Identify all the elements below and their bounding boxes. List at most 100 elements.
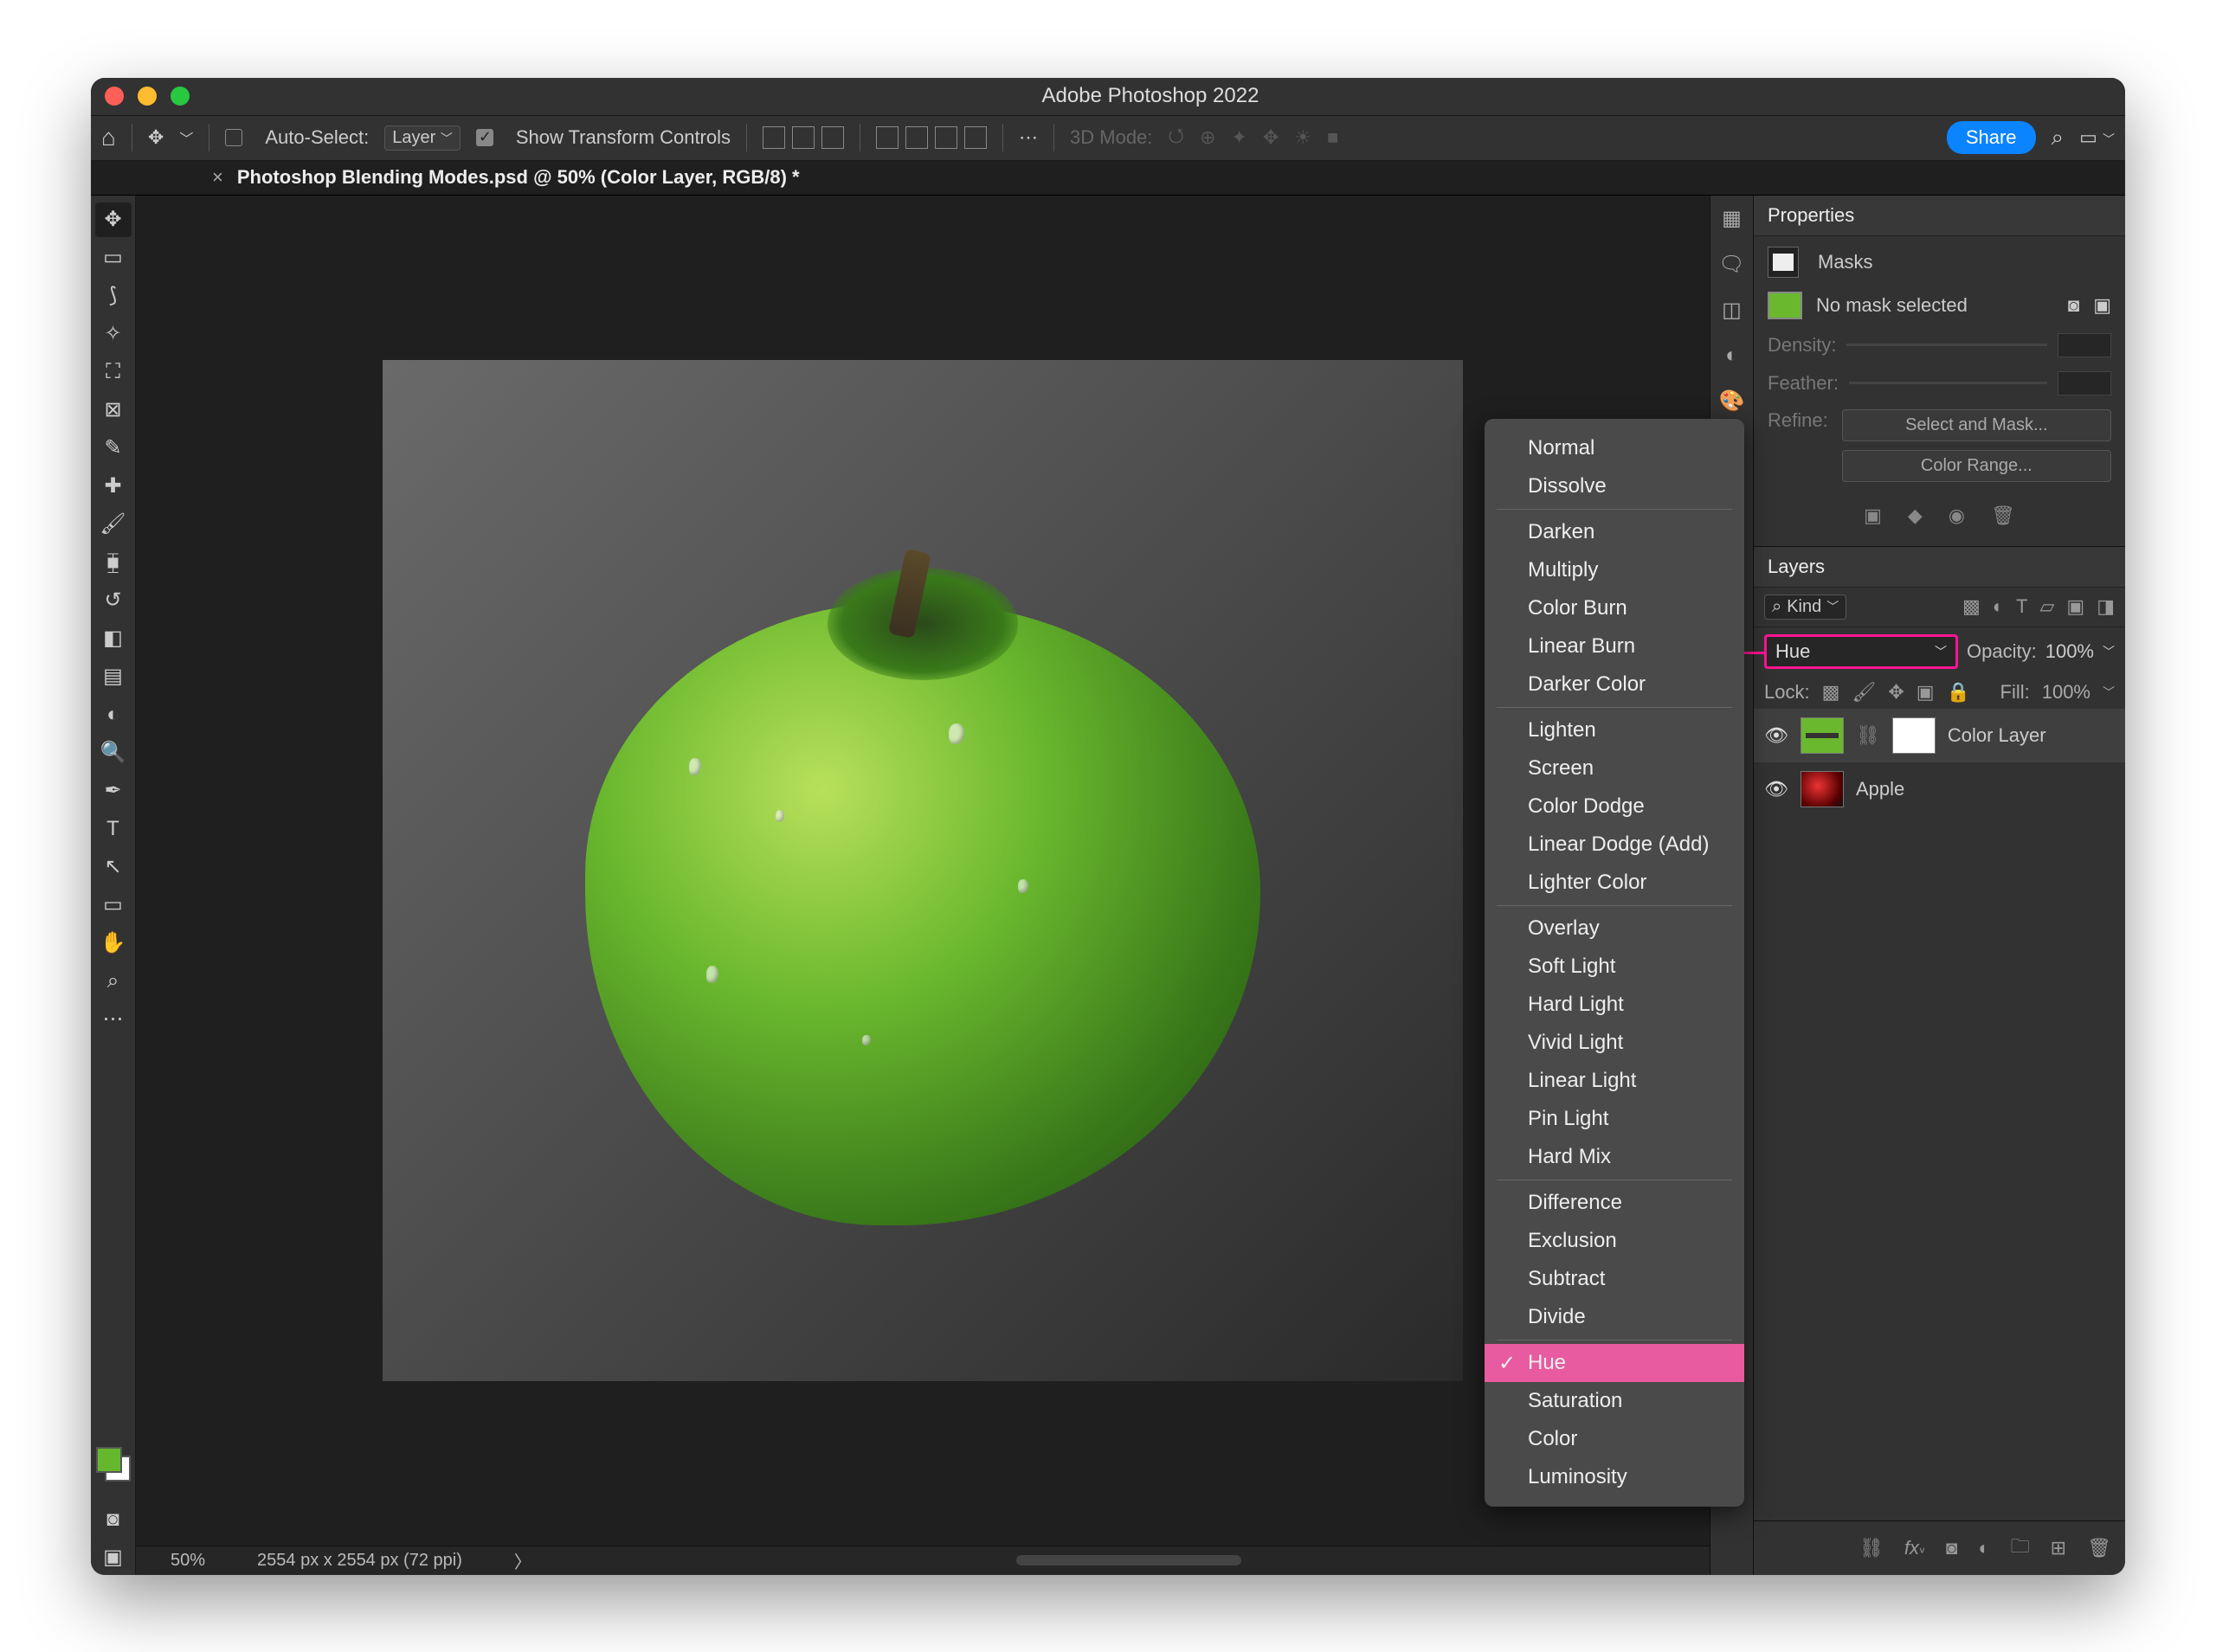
add-mask-icon[interactable]: ◙ [1946, 1537, 1957, 1559]
filter-shape-icon[interactable]: ▱ [2039, 595, 2054, 618]
crop-tool[interactable]: ⛶ [95, 355, 132, 389]
history-brush-tool[interactable]: ↺ [95, 583, 132, 618]
color-swatches[interactable] [96, 1447, 131, 1482]
blend-mode-option[interactable]: Saturation [1485, 1382, 1744, 1420]
panel-icon-history[interactable]: ▦ [1722, 206, 1742, 231]
panel-icon-libraries[interactable]: ◫ [1722, 298, 1742, 323]
apply-mask-icon[interactable]: ◆ [1908, 505, 1923, 527]
hand-tool[interactable]: ✋ [95, 926, 132, 961]
stamp-tool[interactable]: ⧯ [95, 545, 132, 580]
share-button[interactable]: Share [1947, 121, 2036, 154]
minimize-window-button[interactable] [138, 87, 157, 106]
new-adjustment-icon[interactable]: ◐ [1978, 1537, 1989, 1559]
document-dimensions[interactable]: 2554 px x 2554 px (72 ppi) [257, 1551, 462, 1571]
panel-icon-color[interactable]: 🎨 [1719, 389, 1745, 414]
blend-mode-option[interactable]: Overlay [1485, 910, 1744, 948]
blend-mode-option[interactable]: Color [1485, 1420, 1744, 1458]
opacity-chevron-icon[interactable]: ﹀ [2103, 643, 2115, 660]
distribute-controls[interactable] [876, 126, 987, 149]
align-controls[interactable] [763, 126, 844, 149]
blend-mode-option[interactable]: Hard Mix [1485, 1138, 1744, 1176]
layer-name-apple[interactable]: Apple [1856, 778, 1904, 800]
blur-tool[interactable]: ◐ [95, 697, 132, 732]
blend-mode-select[interactable]: Hue﹀ [1764, 634, 1958, 669]
opacity-value[interactable]: 100% [2045, 640, 2094, 663]
properties-tab[interactable]: Properties [1754, 196, 2125, 236]
lock-pixels-icon[interactable]: 🖌 [1852, 681, 1876, 704]
layers-tab[interactable]: Layers [1754, 547, 2125, 588]
brush-tool[interactable]: 🖌 [95, 507, 132, 542]
eraser-tool[interactable]: ◧ [95, 621, 132, 656]
panel-icon-adjustments[interactable]: ◐ [1725, 344, 1738, 368]
link-layers-icon[interactable]: ⛓ [1859, 1537, 1884, 1559]
lock-artboard-icon[interactable]: ▣ [1916, 681, 1935, 704]
vector-mask-button[interactable]: ▣ [2093, 294, 2111, 317]
blend-mode-option[interactable]: Normal [1485, 429, 1744, 467]
blend-mode-option[interactable]: Subtract [1485, 1260, 1744, 1298]
filter-pixel-icon[interactable]: ▩ [1962, 595, 1981, 618]
blend-mode-option[interactable]: Linear Light [1485, 1062, 1744, 1100]
blend-mode-option[interactable]: Lighten [1485, 711, 1744, 749]
path-select-tool[interactable]: ↖ [95, 850, 132, 884]
tool-preset-chevron[interactable]: ﹀ [179, 127, 193, 148]
close-tab-button[interactable]: × [212, 166, 223, 189]
horizontal-scrollbar[interactable] [1016, 1555, 1241, 1565]
filter-toggle-icon[interactable]: ◨ [2097, 595, 2115, 618]
blend-mode-option[interactable]: Difference [1485, 1184, 1744, 1222]
disable-mask-icon[interactable]: ◉ [1949, 505, 1965, 527]
zoom-tool[interactable]: ⌕ [95, 964, 132, 999]
new-group-icon[interactable]: 🗀 [2011, 1532, 2030, 1565]
blend-mode-option[interactable]: Multiply [1485, 551, 1744, 589]
move-tool[interactable]: ✥ [95, 202, 132, 237]
fx-icon[interactable]: fx˅ [1904, 1537, 1925, 1559]
marquee-tool[interactable]: ▭ [95, 241, 132, 275]
new-layer-icon[interactable]: ⊞ [2051, 1537, 2066, 1559]
canvas-viewport[interactable] [136, 196, 1710, 1546]
eyedropper-tool[interactable]: ✎ [95, 431, 132, 466]
blend-mode-option[interactable]: Vivid Light [1485, 1024, 1744, 1062]
lock-transparency-icon[interactable]: ▩ [1822, 681, 1840, 704]
lock-position-icon[interactable]: ✥ [1888, 681, 1904, 704]
blend-mode-option[interactable]: Hard Light [1485, 986, 1744, 1024]
auto-select-target[interactable]: Layer ﹀ [384, 125, 461, 151]
blend-mode-option[interactable]: Color Burn [1485, 589, 1744, 627]
blend-mode-option[interactable]: Hue [1485, 1344, 1744, 1382]
blend-mode-option[interactable]: Divide [1485, 1298, 1744, 1336]
show-transform-checkbox[interactable] [476, 129, 493, 146]
edit-toolbar[interactable]: ⋯ [95, 1002, 132, 1037]
color-range-button[interactable]: Color Range... [1842, 450, 2111, 482]
magic-wand-tool[interactable]: ✧ [95, 317, 132, 351]
close-window-button[interactable] [105, 87, 124, 106]
mask-link-icon[interactable]: ⛓ [1856, 724, 1880, 747]
maximize-window-button[interactable] [171, 87, 190, 106]
healing-tool[interactable]: ✚ [95, 469, 132, 504]
status-chevron-icon[interactable]: 〉 [514, 1548, 531, 1573]
foreground-color-swatch[interactable] [96, 1447, 122, 1473]
more-align-icon[interactable]: ⋯ [1019, 126, 1038, 149]
delete-layer-icon[interactable]: 🗑 [2087, 1537, 2111, 1559]
filter-adjust-icon[interactable]: ◐ [1993, 595, 2004, 618]
frame-tool[interactable]: ⊠ [95, 393, 132, 427]
blend-mode-option[interactable]: Exclusion [1485, 1222, 1744, 1260]
blend-mode-option[interactable]: Luminosity [1485, 1458, 1744, 1496]
delete-mask-icon[interactable]: 🗑 [1991, 505, 2015, 527]
document-tab-label[interactable]: Photoshop Blending Modes.psd @ 50% (Colo… [237, 166, 800, 189]
blend-mode-option[interactable]: Darker Color [1485, 665, 1744, 704]
shape-tool[interactable]: ▭ [95, 888, 132, 922]
workspace-switcher[interactable]: ▭ ﹀ [2079, 126, 2115, 149]
select-and-mask-button[interactable]: Select and Mask... [1842, 409, 2111, 441]
pen-tool[interactable]: ✒ [95, 774, 132, 808]
lasso-tool[interactable]: ⟆ [95, 279, 132, 313]
load-selection-icon[interactable]: ▣ [1864, 505, 1882, 527]
lock-all-icon[interactable]: 🔒 [1947, 681, 1970, 704]
home-button[interactable]: ⌂ [101, 124, 116, 151]
quick-mask-button[interactable]: ◙ [95, 1502, 132, 1537]
blend-mode-option[interactable]: Dissolve [1485, 467, 1744, 505]
type-tool[interactable]: T [95, 812, 132, 846]
pixel-mask-button[interactable]: ◙ [2068, 294, 2079, 317]
layer-filter-kind[interactable]: ⌕ Kind ﹀ [1764, 595, 1846, 620]
layer-visibility-toggle[interactable]: 👁 [1764, 778, 1788, 800]
auto-select-checkbox[interactable] [225, 129, 242, 146]
blend-mode-option[interactable]: Soft Light [1485, 948, 1744, 986]
blend-mode-option[interactable]: Color Dodge [1485, 787, 1744, 826]
